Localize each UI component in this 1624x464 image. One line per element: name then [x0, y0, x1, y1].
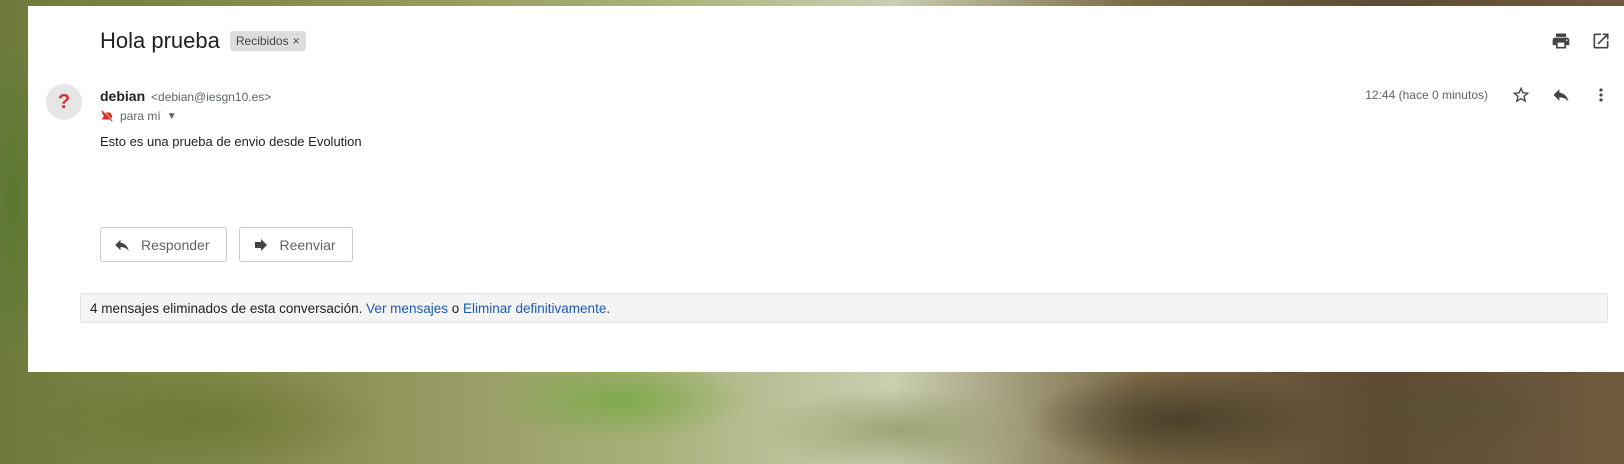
- message-meta: 12:44 (hace 0 minutos): [1365, 84, 1612, 106]
- deleted-notice-or: o: [451, 300, 460, 316]
- reply-button-label: Responder: [141, 236, 210, 253]
- more-vertical-icon[interactable]: [1590, 84, 1612, 106]
- forward-button[interactable]: Reenviar: [238, 227, 353, 262]
- view-messages-link[interactable]: Ver mensajes: [366, 301, 448, 316]
- forward-icon: [254, 238, 267, 251]
- unknown-sender-icon: ?: [46, 84, 82, 120]
- recipient-row: para mí ▼: [100, 109, 177, 123]
- deleted-notice-period: .: [606, 300, 611, 316]
- star-icon[interactable]: [1510, 84, 1532, 106]
- delete-forever-link[interactable]: Eliminar definitivamente: [463, 301, 606, 316]
- recipient-text: para mí: [120, 109, 161, 123]
- reply-icon[interactable]: [1550, 84, 1572, 106]
- remove-label-icon[interactable]: ×: [293, 34, 300, 48]
- message-body: Esto es una prueba de envio desde Evolut…: [100, 134, 362, 149]
- open-in-new-window-icon[interactable]: [1590, 30, 1612, 52]
- label-important-off-icon[interactable]: [100, 109, 114, 123]
- sender-info: debian <debian@iesgn10.es>: [100, 88, 271, 104]
- label-chip-inbox[interactable]: Recibidos ×: [229, 31, 306, 51]
- sender-name[interactable]: debian: [100, 88, 145, 104]
- message-time: 12:44 (hace 0 minutos): [1365, 88, 1488, 102]
- email-panel: Hola prueba Recibidos × ? debian <debian…: [28, 6, 1624, 372]
- forward-button-label: Reenviar: [279, 236, 336, 253]
- print-icon[interactable]: [1550, 30, 1572, 52]
- chevron-down-icon[interactable]: ▼: [167, 111, 177, 122]
- deleted-notice-text: 4 mensajes eliminados de esta conversaci…: [90, 300, 363, 316]
- reply-button[interactable]: Responder: [100, 227, 227, 262]
- subject-row: Hola prueba Recibidos ×: [100, 28, 306, 54]
- label-chip-text: Recibidos: [235, 34, 289, 48]
- message-actions: Responder Reenviar: [100, 227, 353, 262]
- email-subject: Hola prueba: [100, 28, 220, 53]
- reply-icon: [115, 239, 129, 251]
- thread-toolbar: [1550, 30, 1612, 52]
- sender-email: <debian@iesgn10.es>: [151, 90, 272, 104]
- deleted-messages-notice: 4 mensajes eliminados de esta conversaci…: [80, 293, 1608, 323]
